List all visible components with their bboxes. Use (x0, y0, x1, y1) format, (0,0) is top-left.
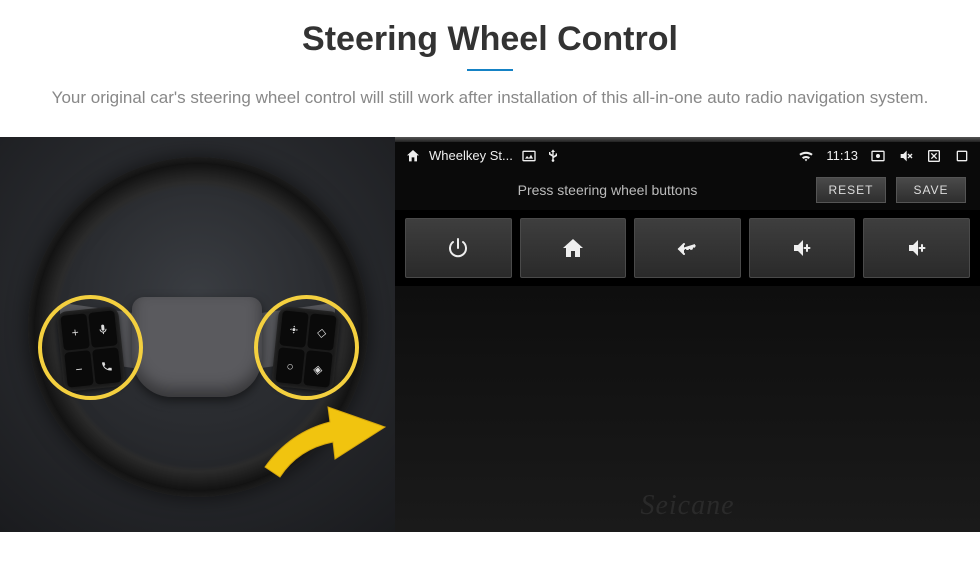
page-description: Your original car's steering wheel contr… (50, 85, 930, 111)
home-button[interactable] (520, 218, 627, 278)
page-title: Steering Wheel Control (40, 20, 940, 59)
wheel-plus-icon: + (60, 313, 90, 351)
function-button-grid (395, 210, 980, 286)
save-button[interactable]: SAVE (896, 177, 966, 203)
wheel-nav-dot-icon: ◈ (303, 350, 333, 388)
steering-wheel-illustration: + − ◇ ○ ◈ (0, 137, 395, 532)
wheel-button-cluster-left: + − (56, 305, 126, 391)
recent-apps-icon[interactable] (954, 148, 970, 164)
wheel-voice-icon (88, 310, 118, 348)
status-time: 11:13 (826, 148, 858, 163)
wheel-mode-icon (279, 310, 309, 348)
mute-icon[interactable] (898, 148, 914, 164)
status-right-area: 11:13 (798, 148, 970, 164)
power-button[interactable] (405, 218, 512, 278)
wheel-minus-icon: − (64, 350, 94, 388)
home-icon[interactable] (405, 148, 421, 164)
wheel-button-cluster-right: ◇ ○ ◈ (271, 305, 341, 391)
wheel-cycle-icon: ○ (275, 347, 305, 385)
cast-icon[interactable] (870, 148, 886, 164)
header-section: Steering Wheel Control Your original car… (0, 0, 980, 129)
wheel-phone-icon (92, 347, 122, 385)
back-button[interactable] (634, 218, 741, 278)
usb-icon (545, 148, 561, 164)
wheel-nav-up-icon: ◇ (307, 313, 337, 351)
volume-up-button-2[interactable] (863, 218, 970, 278)
image-icon (521, 148, 537, 164)
status-app-area: Wheelkey St... (405, 148, 790, 164)
toolbar-prompt: Press steering wheel buttons (409, 182, 806, 198)
main-panel: + − ◇ ○ ◈ (0, 137, 980, 532)
title-divider (467, 69, 513, 71)
wifi-icon (798, 148, 814, 164)
reset-button[interactable]: RESET (816, 177, 886, 203)
status-app-name: Wheelkey St... (429, 148, 513, 163)
volume-up-button-1[interactable] (749, 218, 856, 278)
close-icon[interactable] (926, 148, 942, 164)
toolbar: Press steering wheel buttons RESET SAVE (395, 170, 980, 210)
stereo-head-unit: Wheelkey St... 11:13 (395, 137, 980, 532)
wheel-hub (132, 297, 262, 397)
status-bar: Wheelkey St... 11:13 (395, 142, 980, 170)
brand-watermark: Seicane (395, 490, 980, 522)
